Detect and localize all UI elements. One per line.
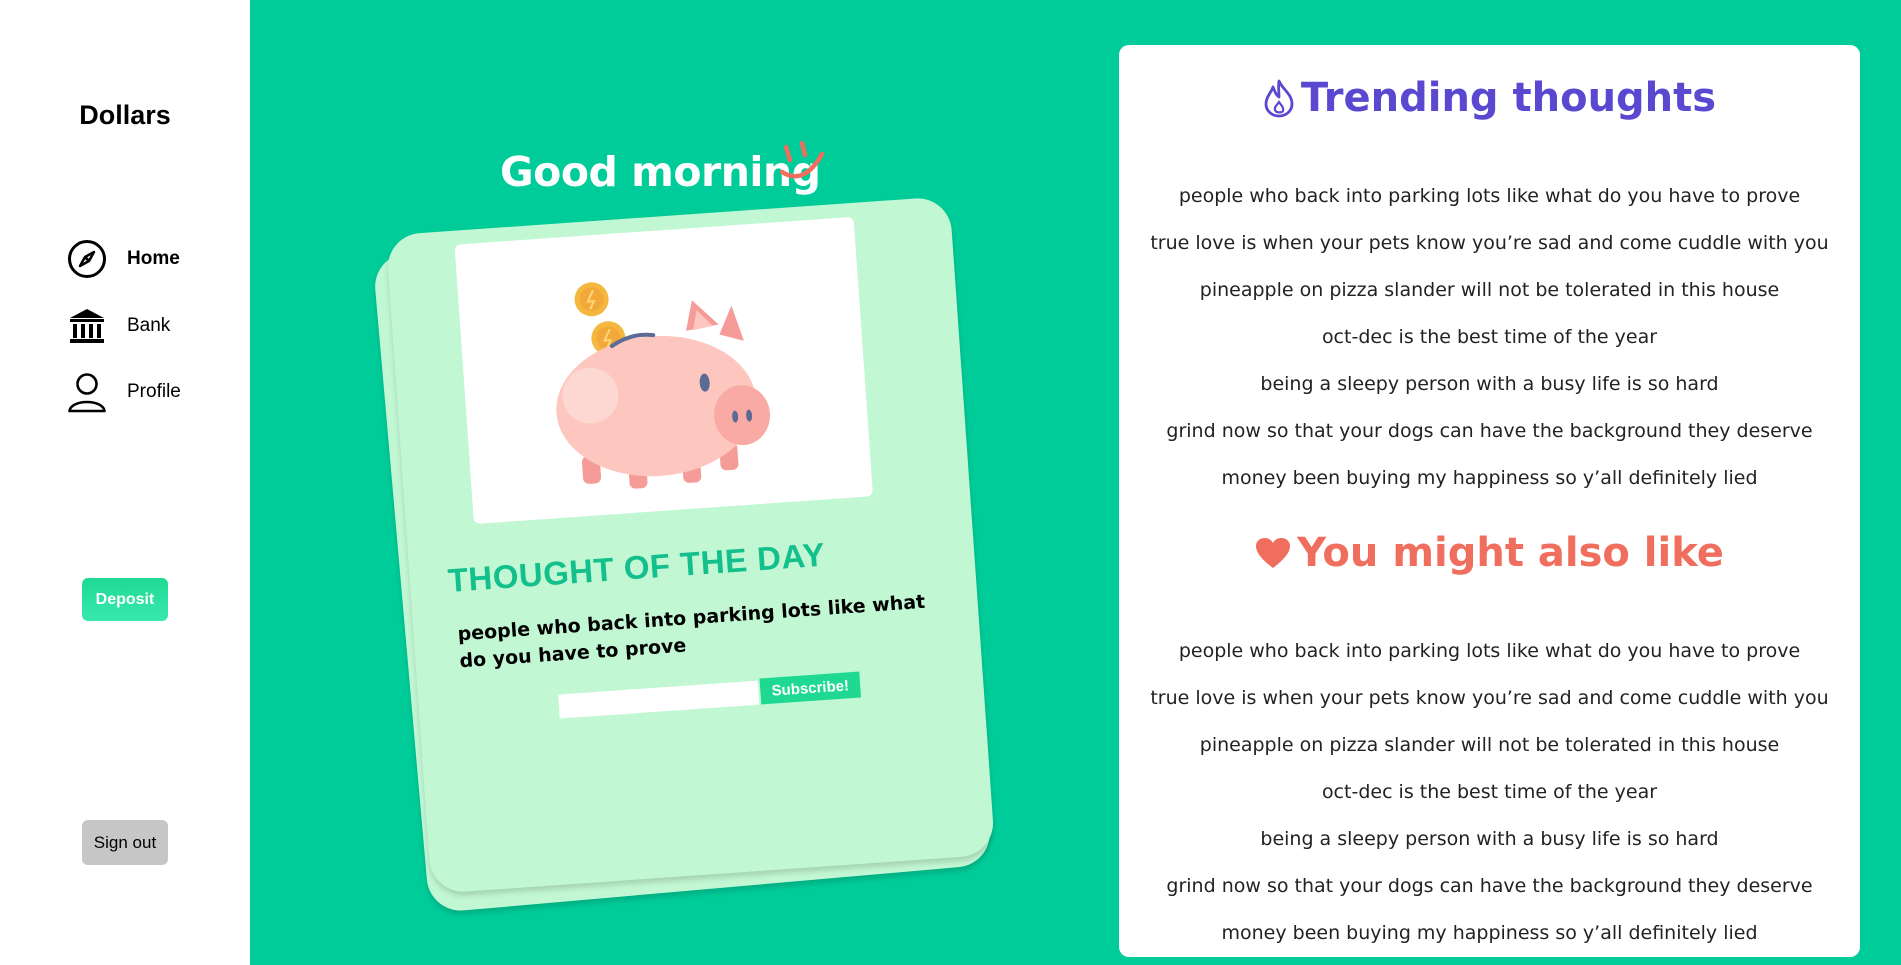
trending-item[interactable]: being a sleepy person with a busy life i… xyxy=(1119,361,1860,408)
also-like-title: You might also like xyxy=(1119,530,1860,576)
trending-title: Trending thoughts xyxy=(1119,75,1860,121)
trending-item[interactable]: people who back into parking lots like w… xyxy=(1119,173,1860,220)
also-like-list: people who back into parking lots like w… xyxy=(1119,628,1860,957)
nav-label-bank: Bank xyxy=(127,315,171,336)
nav-item-home[interactable]: Home xyxy=(66,238,180,280)
heart-icon xyxy=(1255,537,1291,569)
also-like-item[interactable]: grind now so that your dogs can have the… xyxy=(1119,863,1860,910)
trending-title-text: Trending thoughts xyxy=(1300,75,1717,121)
also-like-item[interactable]: being a sleepy person with a busy life i… xyxy=(1119,816,1860,863)
bank-icon xyxy=(66,305,108,347)
also-like-title-text: You might also like xyxy=(1297,530,1724,576)
also-like-item[interactable]: people who back into parking lots like w… xyxy=(1119,628,1860,675)
trending-item[interactable]: true love is when your pets know you’re … xyxy=(1119,220,1860,267)
subscribe-input[interactable] xyxy=(558,680,760,719)
also-like-item[interactable]: money been buying my happiness so y’all … xyxy=(1119,910,1860,957)
sidebar: Dollars Home Bank Profile Deposit Sign o… xyxy=(0,0,250,965)
nav-label-home: Home xyxy=(127,248,180,269)
greeting-text: Good morning xyxy=(500,148,821,196)
smile-icon xyxy=(779,140,825,179)
trending-item[interactable]: grind now so that your dogs can have the… xyxy=(1119,408,1860,455)
card-heading: THOUGHT OF THE DAY xyxy=(446,535,827,599)
deposit-button[interactable]: Deposit xyxy=(82,578,168,621)
nav-label-profile: Profile xyxy=(127,381,181,402)
person-icon xyxy=(66,371,108,413)
card-thought-text: people who back into parking lots like w… xyxy=(456,590,926,673)
trending-item[interactable]: pineapple on pizza slander will not be t… xyxy=(1119,267,1860,314)
subscribe-button[interactable]: Subscribe! xyxy=(759,671,862,705)
also-like-item[interactable]: true love is when your pets know you’re … xyxy=(1119,675,1860,722)
compass-icon xyxy=(66,238,108,280)
thoughts-panel: Trending thoughts people who back into p… xyxy=(1119,45,1860,957)
brand-logo: Dollars xyxy=(79,100,171,130)
trending-item[interactable]: money been buying my happiness so y’all … xyxy=(1119,455,1860,502)
also-like-item[interactable]: pineapple on pizza slander will not be t… xyxy=(1119,722,1860,769)
also-like-item[interactable]: oct-dec is the best time of the year xyxy=(1119,769,1860,816)
thought-of-the-day-card: THOUGHT OF THE DAY people who back into … xyxy=(385,196,996,894)
nav-item-bank[interactable]: Bank xyxy=(66,305,170,347)
piggy-bank-illustration xyxy=(454,216,874,525)
trending-list: people who back into parking lots like w… xyxy=(1119,173,1860,502)
flame-icon xyxy=(1263,78,1295,118)
sign-out-button[interactable]: Sign out xyxy=(82,820,168,865)
trending-item[interactable]: oct-dec is the best time of the year xyxy=(1119,314,1860,361)
nav-item-profile[interactable]: Profile xyxy=(66,371,181,413)
